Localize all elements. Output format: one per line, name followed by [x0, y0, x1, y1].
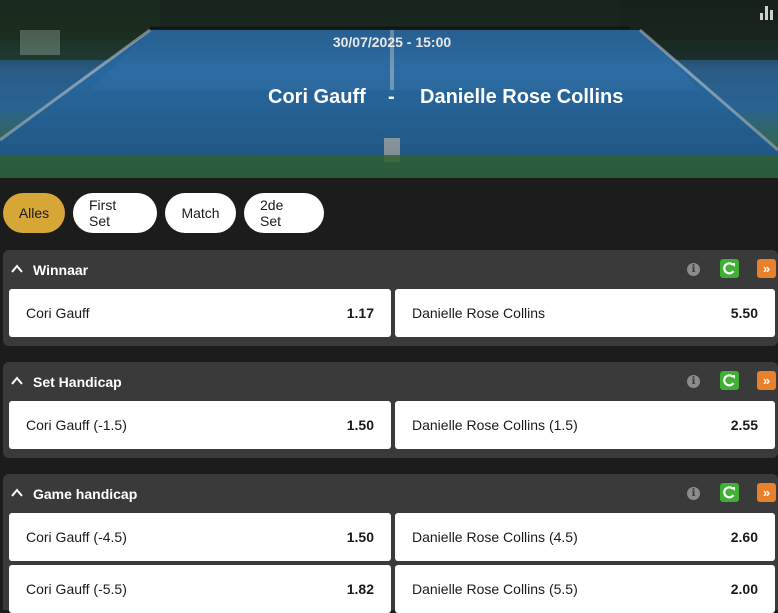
selection-name: Cori Gauff (-1.5): [26, 417, 127, 433]
market-header[interactable]: Set Handicap i »: [3, 362, 778, 400]
selection-odds: 2.60: [730, 529, 758, 545]
odds-button[interactable]: Cori Gauff (-5.5) 1.82: [9, 565, 391, 613]
bar-chart-icon[interactable]: [760, 6, 774, 20]
refresh-icon[interactable]: [720, 371, 739, 390]
refresh-icon[interactable]: [720, 483, 739, 502]
event-players: Cori Gauff - Danielle Rose Collins: [0, 86, 778, 112]
chevron-up-icon[interactable]: [11, 487, 23, 499]
odds-button[interactable]: Cori Gauff (-1.5) 1.50: [9, 401, 391, 449]
selection-name: Danielle Rose Collins (1.5): [412, 417, 578, 433]
refresh-icon[interactable]: [720, 259, 739, 278]
market-game-handicap: Game handicap i » Cori Gauff (-4.5) 1.50…: [3, 474, 778, 613]
odds-button[interactable]: Danielle Rose Collins (1.5) 2.55: [395, 401, 775, 449]
market-title: Winnaar: [33, 262, 89, 278]
tab-alles[interactable]: Alles: [3, 193, 65, 233]
selection-odds: 1.50: [346, 529, 374, 545]
player-home: Cori Gauff: [268, 86, 366, 108]
double-chevron-right-icon[interactable]: »: [757, 371, 776, 390]
odds-button[interactable]: Cori Gauff (-4.5) 1.50: [9, 513, 391, 561]
market-header[interactable]: Game handicap i »: [3, 474, 778, 512]
market-set-handicap: Set Handicap i » Cori Gauff (-1.5) 1.50 …: [3, 362, 778, 458]
selection-name: Cori Gauff: [26, 305, 90, 321]
market-title: Set Handicap: [33, 374, 122, 390]
selection-name: Danielle Rose Collins: [412, 305, 546, 321]
players-separator: -: [388, 86, 395, 108]
selection-name: Cori Gauff (-5.5): [26, 581, 127, 597]
odds-row: Cori Gauff 1.17 Danielle Rose Collins 5.…: [9, 289, 775, 337]
double-chevron-right-icon[interactable]: »: [757, 259, 776, 278]
selection-name: Cori Gauff (-4.5): [26, 529, 127, 545]
info-icon[interactable]: i: [687, 375, 700, 388]
event-header: 30/07/2025 - 15:00 Cori Gauff - Danielle…: [0, 0, 778, 178]
selection-name: Danielle Rose Collins (4.5): [412, 529, 578, 545]
info-icon[interactable]: i: [687, 263, 700, 276]
chevron-up-icon[interactable]: [11, 375, 23, 387]
selection-odds: 2.55: [730, 417, 758, 433]
odds-row: Cori Gauff (-1.5) 1.50 Danielle Rose Col…: [9, 401, 775, 449]
chevron-up-icon[interactable]: [11, 263, 23, 275]
odds-row: Cori Gauff (-5.5) 1.82 Danielle Rose Col…: [9, 565, 775, 613]
odds-row: Cori Gauff (-4.5) 1.50 Danielle Rose Col…: [9, 513, 775, 561]
tab-first-set[interactable]: First Set: [73, 193, 157, 233]
tab-2de-set[interactable]: 2de Set: [244, 193, 324, 233]
double-chevron-right-icon[interactable]: »: [757, 483, 776, 502]
market-header[interactable]: Winnaar i »: [3, 250, 778, 288]
market-title: Game handicap: [33, 486, 138, 502]
odds-button[interactable]: Danielle Rose Collins (5.5) 2.00: [395, 565, 775, 613]
selection-odds: 1.50: [346, 417, 374, 433]
selection-name: Danielle Rose Collins (5.5): [412, 581, 578, 597]
selection-odds: 2.00: [730, 581, 758, 597]
event-datetime: 30/07/2025 - 15:00: [332, 34, 452, 50]
market-filter-tabs: Alles First Set Match 2de Set: [3, 193, 324, 233]
selection-odds: 5.50: [730, 305, 758, 321]
tab-match[interactable]: Match: [165, 193, 236, 233]
odds-button[interactable]: Danielle Rose Collins (4.5) 2.60: [395, 513, 775, 561]
player-away: Danielle Rose Collins: [420, 86, 624, 108]
odds-button[interactable]: Cori Gauff 1.17: [9, 289, 391, 337]
market-winnaar: Winnaar i » Cori Gauff 1.17 Danielle Ros…: [3, 250, 778, 346]
odds-button[interactable]: Danielle Rose Collins 5.50: [395, 289, 775, 337]
selection-odds: 1.17: [346, 305, 374, 321]
info-icon[interactable]: i: [687, 487, 700, 500]
selection-odds: 1.82: [346, 581, 374, 597]
